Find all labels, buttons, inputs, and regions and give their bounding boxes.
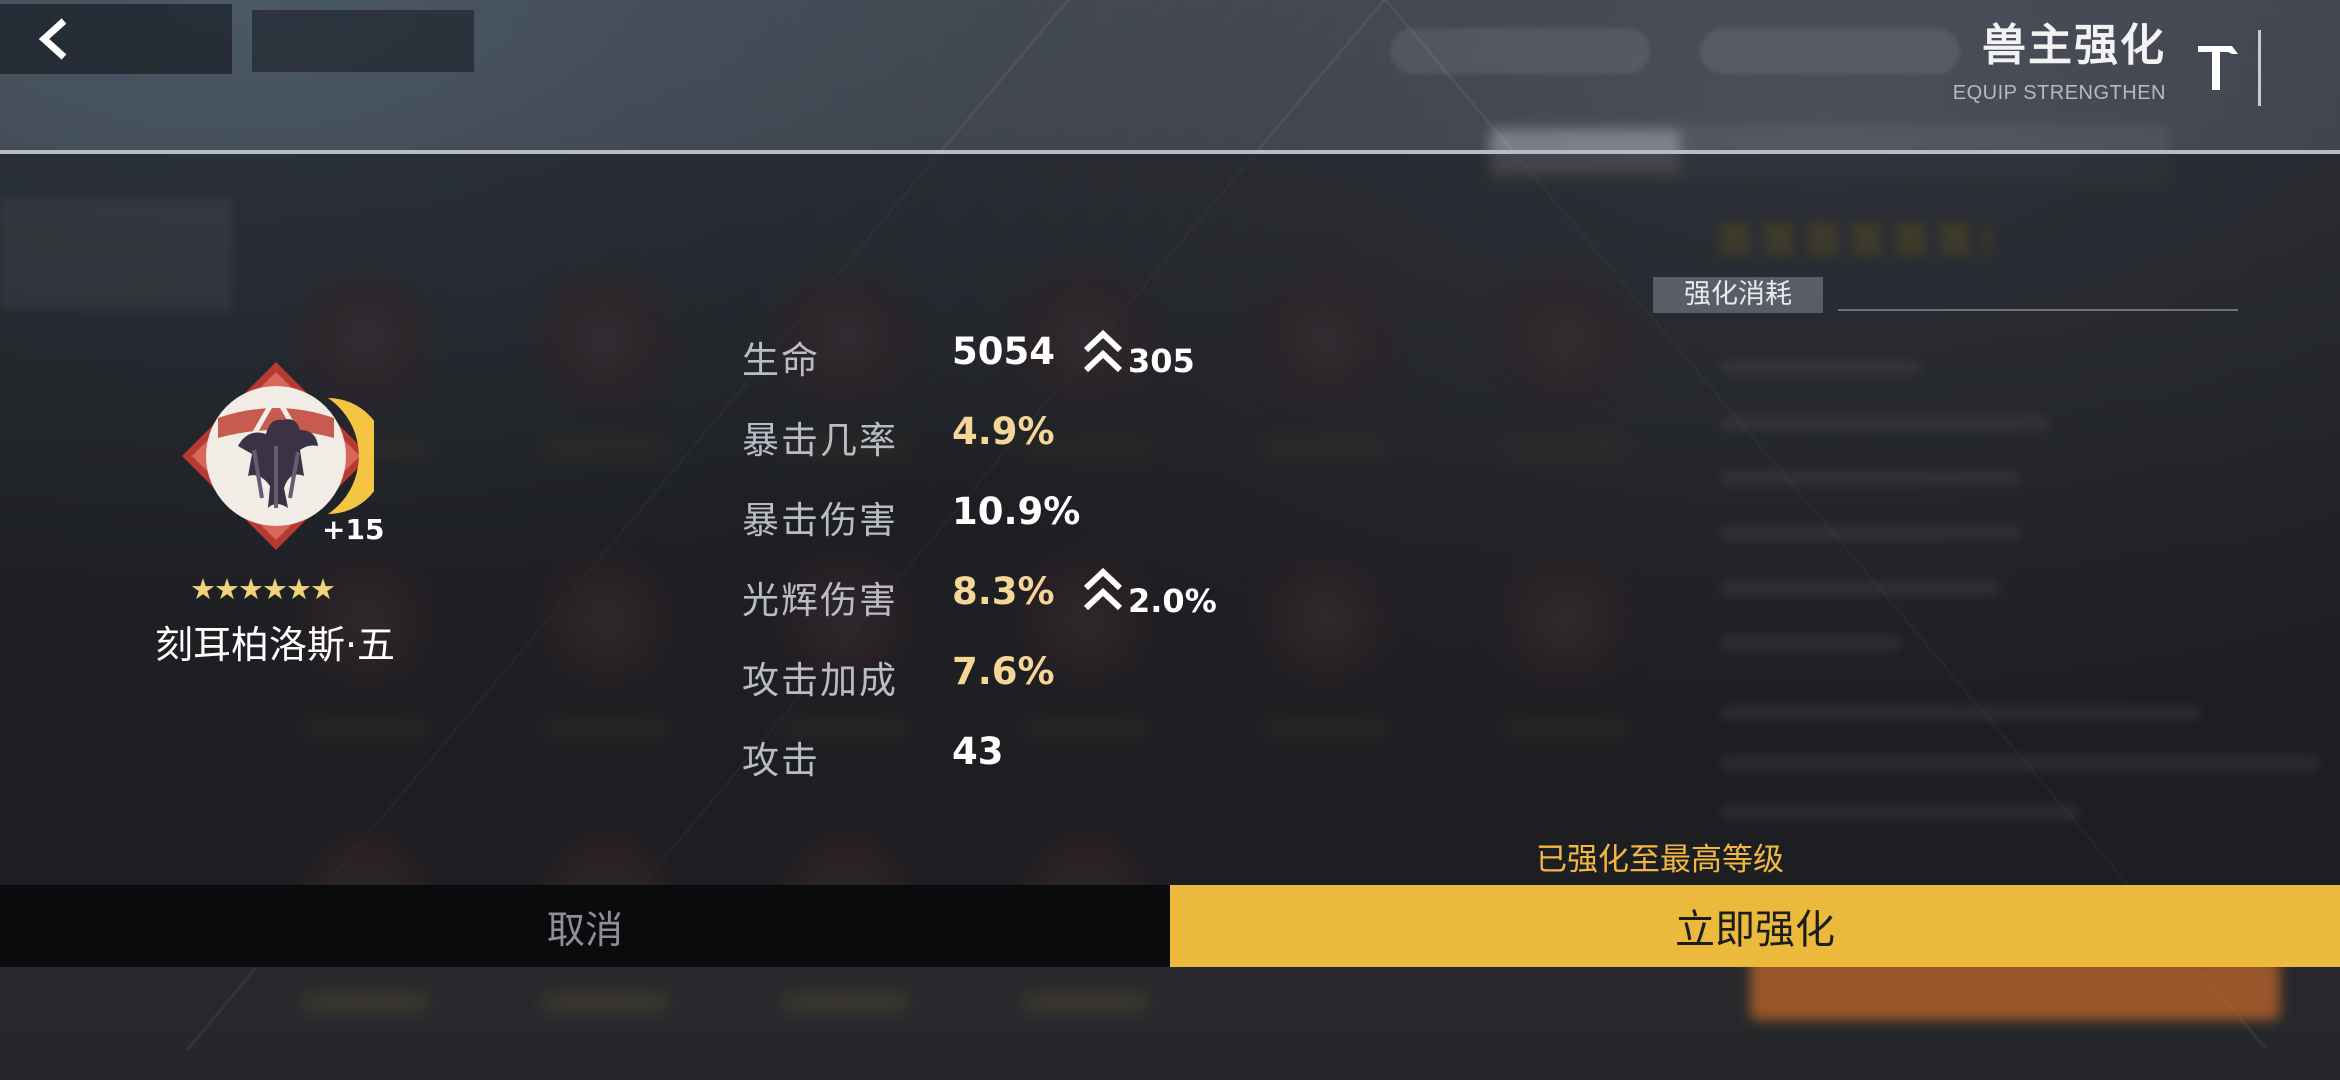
page-subtitle: EQUIP STRENGTHEN xyxy=(1952,82,2166,104)
item-name: 刻耳柏洛斯·五 xyxy=(154,623,396,667)
stat-label-hp: 生命 xyxy=(742,339,820,382)
header-divider xyxy=(2258,30,2261,106)
stat-value-crit-rate: 4.9% xyxy=(952,410,1055,453)
double-chevron-up-icon xyxy=(1083,567,1123,611)
modal-overlay xyxy=(0,152,2340,967)
stat-increase-radiance-damage: 2.0% xyxy=(1128,582,1217,620)
modal-top-border xyxy=(0,150,2340,154)
stat-label-crit-rate: 暴击几率 xyxy=(742,419,898,462)
item-star-rating: ★★★★★★ xyxy=(190,572,336,606)
stat-label-attack-bonus: 攻击加成 xyxy=(742,659,898,702)
cost-section-divider xyxy=(1838,309,2238,311)
stat-value-attack: 43 xyxy=(952,730,1004,773)
stat-value-hp: 5054 xyxy=(952,330,1055,373)
stat-label-attack: 攻击 xyxy=(742,739,820,782)
item-level: +15 xyxy=(322,513,385,546)
page-title-block: 兽主强化 EQUIP STRENGTHEN xyxy=(1953,24,2166,105)
hammer-icon[interactable] xyxy=(2196,40,2240,94)
cancel-button-label: 取消 xyxy=(546,907,623,952)
cost-section-label: 强化消耗 xyxy=(1653,277,1823,313)
header-blurred-tab xyxy=(252,10,474,72)
stat-value-attack-bonus: 7.6% xyxy=(952,650,1055,693)
stat-label-crit-damage: 暴击伤害 xyxy=(742,499,898,542)
stat-value-crit-damage: 10.9% xyxy=(952,490,1081,533)
chevron-left-icon xyxy=(38,18,67,60)
stat-value-radiance-damage: 8.3% xyxy=(952,570,1055,613)
stat-increase-hp: 305 xyxy=(1128,342,1195,380)
cancel-button[interactable]: 取消 xyxy=(0,885,1170,967)
strengthen-now-button[interactable]: 立即强化 xyxy=(1170,885,2340,967)
double-chevron-up-icon xyxy=(1083,329,1123,373)
max-level-note: 已强化至最高等级 xyxy=(1536,842,1784,878)
strengthen-now-button-label: 立即强化 xyxy=(1675,907,1835,953)
page-title: 兽主强化 xyxy=(1982,20,2166,71)
stat-label-radiance-damage: 光辉伤害 xyxy=(742,579,898,622)
back-button[interactable] xyxy=(0,4,232,74)
